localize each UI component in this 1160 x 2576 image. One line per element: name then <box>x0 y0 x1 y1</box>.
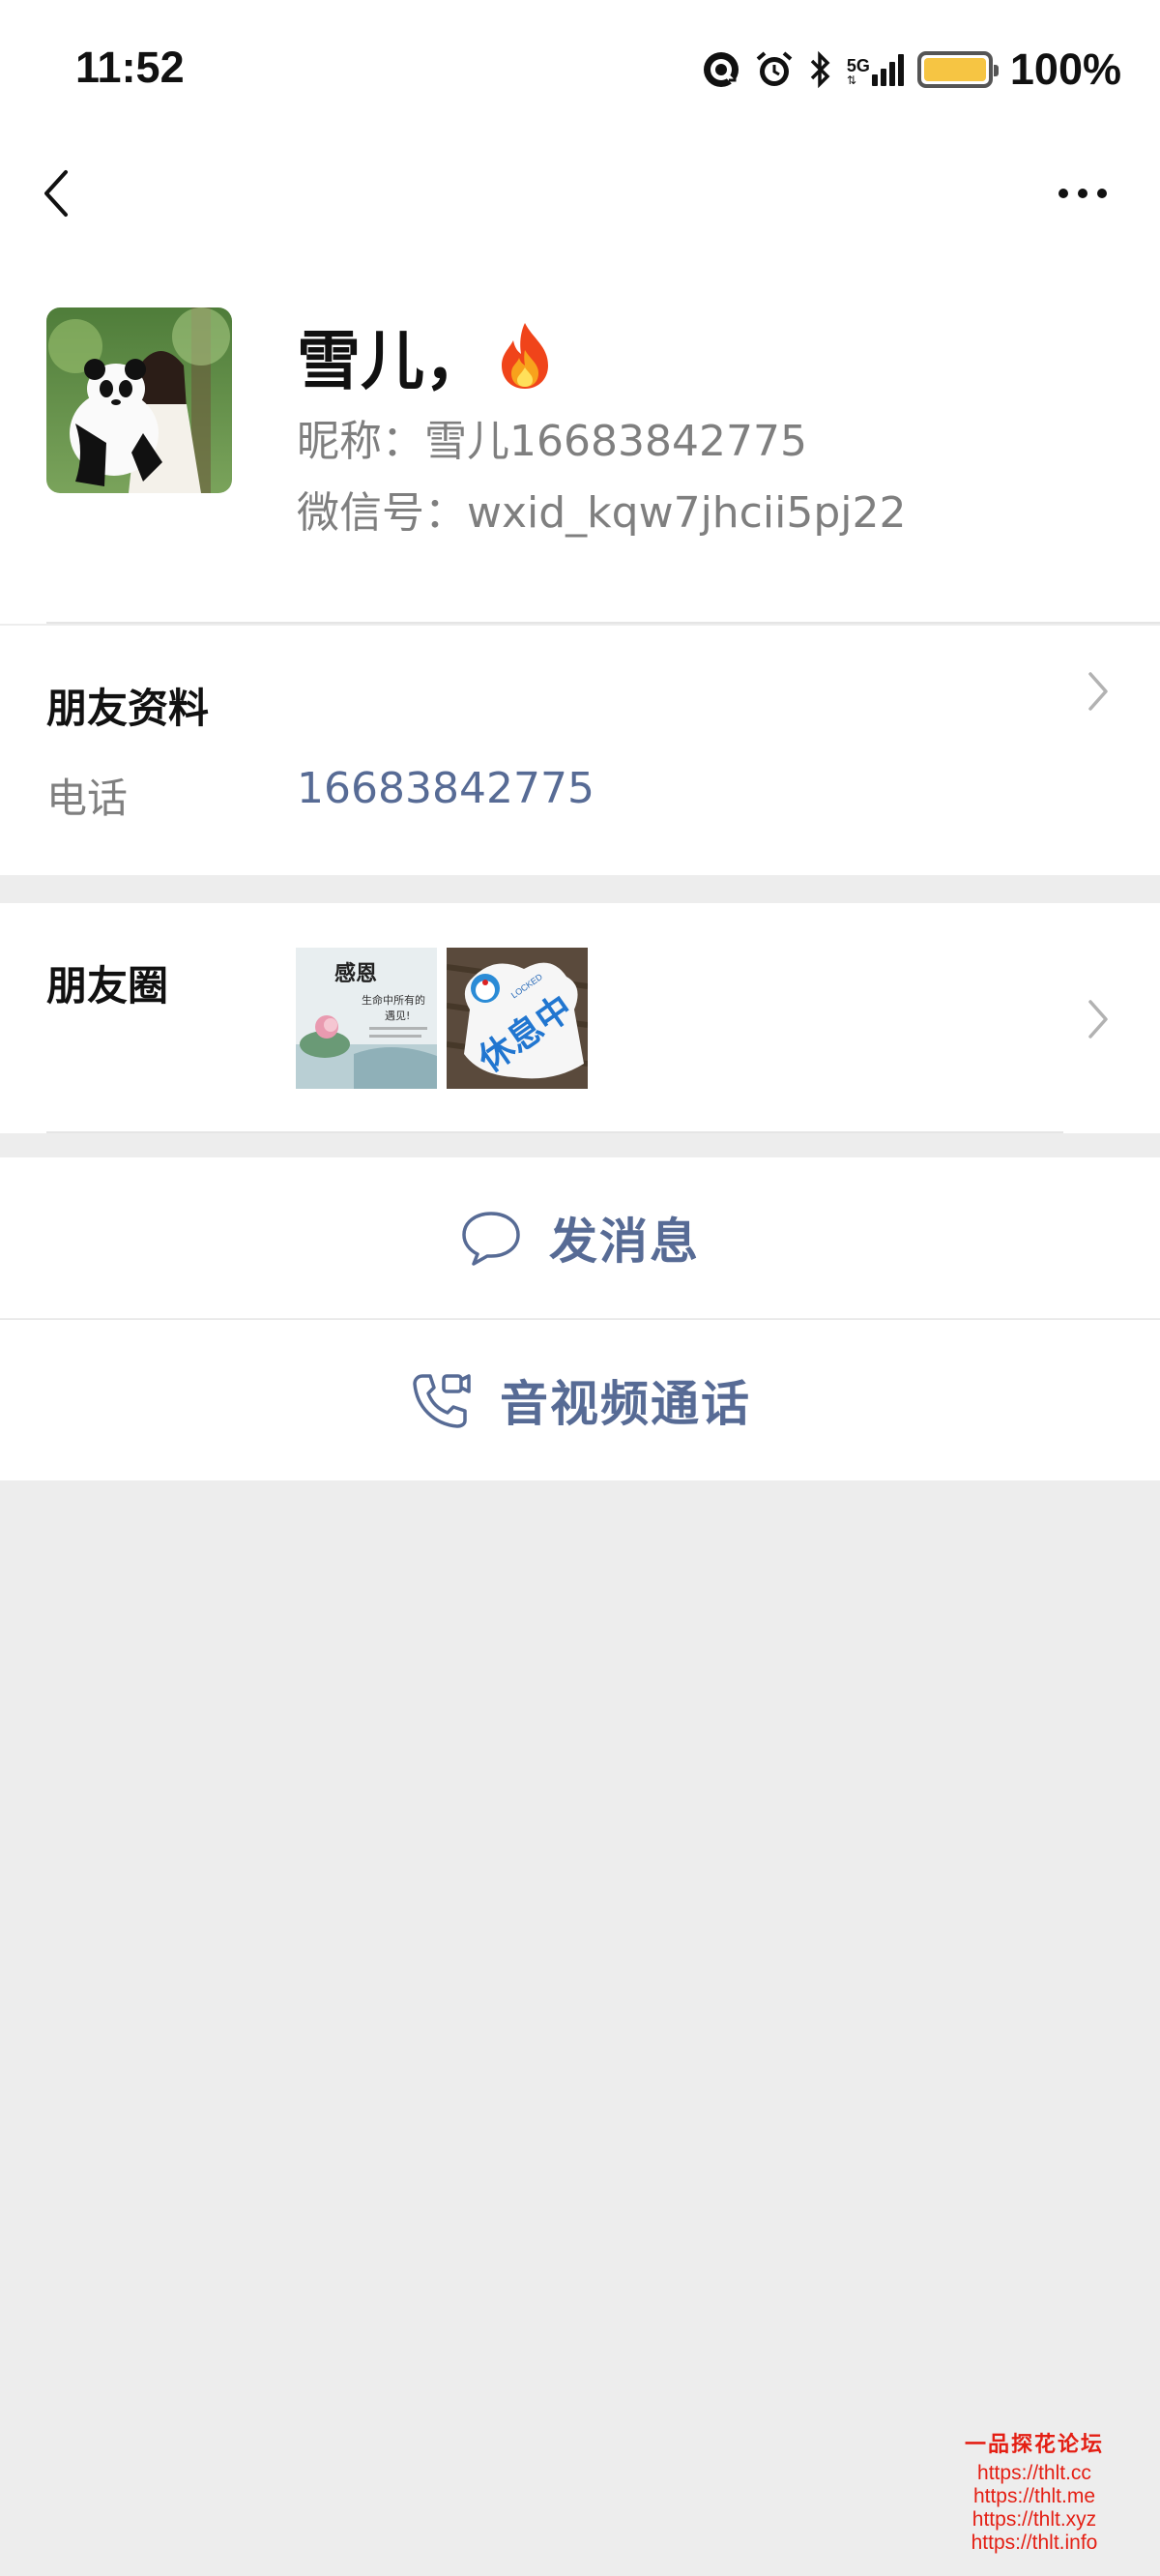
moments-image-gratitude: 感恩 生命中所有的 遇见! <box>296 948 437 1089</box>
back-button[interactable] <box>39 164 77 222</box>
hotspot-icon <box>703 52 739 87</box>
send-message-button[interactable]: 发消息 <box>0 1157 1160 1318</box>
moments-title: 朋友圈 <box>46 962 169 1010</box>
moments-thumbnail-2[interactable]: LOCKED 休息中 <box>447 948 588 1089</box>
profile-name: 雪儿， <box>297 324 488 398</box>
profile-nickname: 昵称：雪儿16683842775 <box>297 417 807 466</box>
chevron-right-icon <box>1088 1000 1108 1039</box>
divider <box>46 1131 1063 1133</box>
thumb1-line-2: 遇见! <box>385 1010 410 1022</box>
profile-wechat-id[interactable]: 微信号：wxid_kqw7jhcii5pj22 <box>297 478 906 540</box>
network-arrows-icon: ⇅ <box>846 73 856 87</box>
chevron-right-icon <box>1088 672 1108 711</box>
chevron-left-icon <box>44 170 68 217</box>
video-call-button[interactable]: 音视频通话 <box>0 1320 1160 1480</box>
watermark-title: 一品探花论坛 <box>964 2432 1104 2457</box>
thumb1-line-1: 生命中所有的 <box>362 993 425 1007</box>
phone-label: 电话 <box>46 775 129 822</box>
more-button[interactable] <box>1054 174 1112 213</box>
friend-info-section[interactable]: 朋友资料 电话 16683842775 <box>0 626 1160 875</box>
divider <box>46 622 1160 624</box>
signal-group: 5G ⇅ <box>847 53 904 86</box>
bluetooth-icon <box>810 50 830 89</box>
battery-percent: 100% <box>1009 44 1121 94</box>
phone-video-icon <box>413 1374 471 1428</box>
avatar-image <box>46 307 232 493</box>
send-message-label: 发消息 <box>549 1214 700 1270</box>
battery-fill <box>923 58 986 81</box>
avatar[interactable] <box>46 307 232 493</box>
network-label: 5G <box>846 56 870 75</box>
moments-image-resting: LOCKED 休息中 <box>447 948 588 1089</box>
video-call-label: 音视频通话 <box>500 1376 751 1432</box>
name-row: 雪儿， <box>297 309 556 402</box>
ellipsis-icon <box>1058 189 1107 198</box>
moments-section[interactable]: 朋友圈 感恩 生命中所有的 遇见! LOCKED 休息中 <box>0 903 1160 1133</box>
watermark-link: https://thlt.cc <box>977 2462 1091 2484</box>
watermark: 一品探花论坛 https://thlt.cc https://thlt.me h… <box>965 2427 1104 2555</box>
watermark-link: https://thlt.xyz <box>972 2508 1097 2531</box>
nav-bar <box>0 145 1160 242</box>
friend-info-title: 朋友资料 <box>46 685 210 732</box>
battery-icon <box>916 51 999 88</box>
alarm-icon <box>756 51 793 86</box>
phone-value[interactable]: 16683842775 <box>297 764 594 813</box>
status-icons: 5G ⇅ 100% <box>702 43 1121 97</box>
status-time: 11:52 <box>75 43 185 92</box>
fire-icon <box>502 323 548 389</box>
moments-thumbnail-1[interactable]: 感恩 生命中所有的 遇见! <box>296 948 437 1089</box>
profile-header: 雪儿， 昵称：雪儿16683842775 微信号：wxid_kqw7jhcii5… <box>0 242 1160 624</box>
status-bar: 11:52 5G ⇅ 100% <box>0 0 1160 145</box>
signal-icon <box>871 53 904 86</box>
chat-bubble-icon <box>462 1212 520 1266</box>
watermark-link: https://thlt.info <box>971 2532 1098 2554</box>
watermark-link: https://thlt.me <box>972 2485 1096 2507</box>
thumb1-title: 感恩 <box>334 961 377 986</box>
